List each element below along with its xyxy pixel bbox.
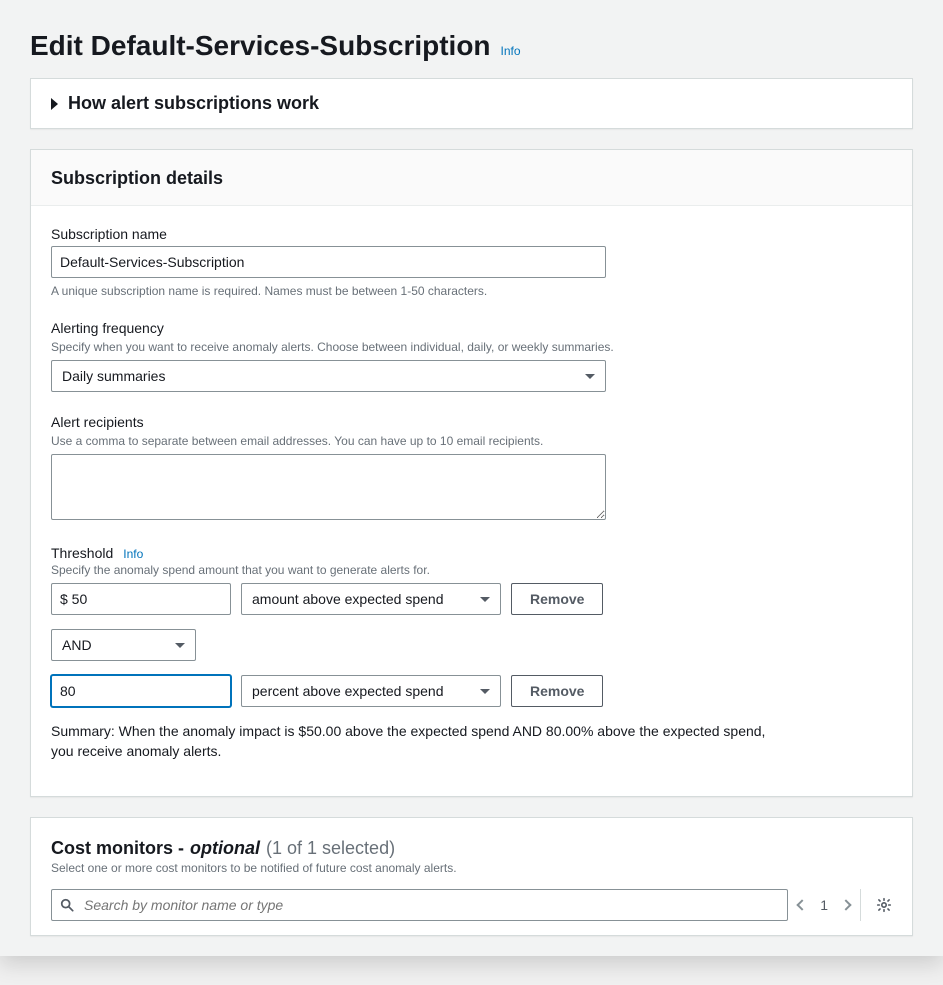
chevron-right-icon [51, 98, 58, 110]
subscription-details-title: Subscription details [51, 168, 892, 189]
how-alerts-toggle[interactable]: How alert subscriptions work [31, 79, 912, 128]
threshold-info-link[interactable]: Info [123, 547, 143, 561]
page-prev-button[interactable] [797, 899, 808, 910]
alerting-frequency-select[interactable]: Daily summaries [51, 360, 606, 392]
page-next-button[interactable] [840, 899, 851, 910]
chevron-down-icon [480, 689, 490, 694]
alerting-frequency-label: Alerting frequency [51, 320, 892, 336]
cost-monitors-count: (1 of 1 selected) [266, 838, 395, 859]
threshold-type-value-0: amount above expected spend [252, 591, 443, 607]
alerting-frequency-help: Specify when you want to receive anomaly… [51, 340, 892, 354]
threshold-amount-input-0[interactable] [51, 583, 231, 615]
pagination: 1 [798, 897, 850, 913]
threshold-type-select-0[interactable]: amount above expected spend [241, 583, 501, 615]
threshold-join-select[interactable]: AND [51, 629, 196, 661]
page-title: Edit Default-Services-Subscription [30, 30, 491, 62]
threshold-summary: Summary: When the anomaly impact is $50.… [51, 721, 771, 762]
threshold-amount-input-1[interactable] [51, 675, 231, 707]
chevron-down-icon [175, 643, 185, 648]
cost-monitors-panel: Cost monitors - optional (1 of 1 selecte… [30, 817, 913, 936]
chevron-down-icon [480, 597, 490, 602]
cost-monitors-optional: optional [190, 838, 260, 859]
settings-button[interactable] [860, 889, 892, 921]
subscription-name-input[interactable] [51, 246, 606, 278]
chevron-down-icon [585, 374, 595, 379]
gear-icon [876, 897, 892, 913]
alert-recipients-label: Alert recipients [51, 414, 892, 430]
alerting-frequency-value: Daily summaries [62, 368, 165, 384]
threshold-type-value-1: percent above expected spend [252, 683, 443, 699]
subscription-name-help: A unique subscription name is required. … [51, 284, 892, 298]
cost-monitors-title: Cost monitors - [51, 838, 184, 859]
alert-recipients-input[interactable] [51, 454, 606, 520]
threshold-label: Threshold [51, 545, 113, 561]
threshold-remove-button-1[interactable]: Remove [511, 675, 603, 707]
alert-recipients-help: Use a comma to separate between email ad… [51, 434, 892, 448]
how-alerts-panel: How alert subscriptions work [30, 78, 913, 129]
threshold-help: Specify the anomaly spend amount that yo… [51, 563, 892, 577]
how-alerts-title: How alert subscriptions work [68, 93, 319, 114]
page-number: 1 [820, 897, 828, 913]
cost-monitors-search[interactable] [51, 889, 788, 921]
page-info-link[interactable]: Info [501, 44, 521, 58]
cost-monitors-search-input[interactable] [82, 896, 779, 914]
threshold-join-value: AND [62, 637, 92, 653]
threshold-type-select-1[interactable]: percent above expected spend [241, 675, 501, 707]
cost-monitors-help: Select one or more cost monitors to be n… [51, 861, 892, 875]
search-icon [60, 898, 74, 912]
threshold-remove-button-0[interactable]: Remove [511, 583, 603, 615]
subscription-details-panel: Subscription details Subscription name A… [30, 149, 913, 797]
subscription-name-label: Subscription name [51, 226, 892, 242]
